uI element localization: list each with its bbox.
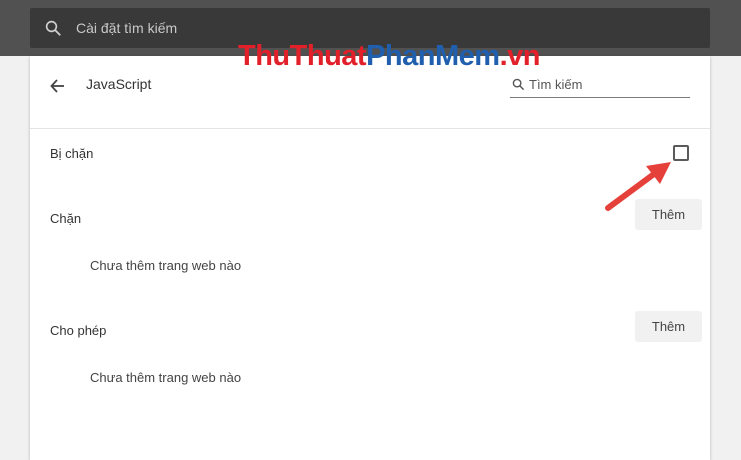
block-empty-text: Chưa thêm trang web nào bbox=[90, 258, 242, 273]
arrow-back-icon[interactable] bbox=[48, 76, 68, 96]
page-title: JavaScript bbox=[86, 76, 152, 92]
add-allow-button[interactable]: Thêm bbox=[635, 311, 702, 342]
site-search-placeholder: Tìm kiếm bbox=[529, 77, 583, 92]
settings-card: JavaScript Tìm kiếm Bị chặn Chặn Thêm Ch… bbox=[30, 56, 710, 460]
pointer-arrow-icon bbox=[605, 162, 671, 211]
search-icon bbox=[45, 20, 61, 36]
block-section-title: Chặn bbox=[50, 211, 82, 226]
blocked-label: Bị chặn bbox=[50, 146, 94, 161]
watermark-part-c: .vn bbox=[499, 40, 541, 72]
search-icon bbox=[512, 78, 525, 91]
watermark-part-b: PhanMem bbox=[366, 40, 500, 72]
allow-empty-text: Chưa thêm trang web nào bbox=[90, 370, 242, 385]
settings-search-placeholder: Cài đặt tìm kiếm bbox=[76, 20, 178, 36]
watermark-logo: ThuThuatPhanMem.vn bbox=[238, 39, 540, 73]
allow-section-title: Cho phép bbox=[50, 323, 107, 338]
watermark-part-a: ThuThuat bbox=[238, 40, 367, 72]
site-search-input[interactable]: Tìm kiếm bbox=[510, 75, 690, 98]
